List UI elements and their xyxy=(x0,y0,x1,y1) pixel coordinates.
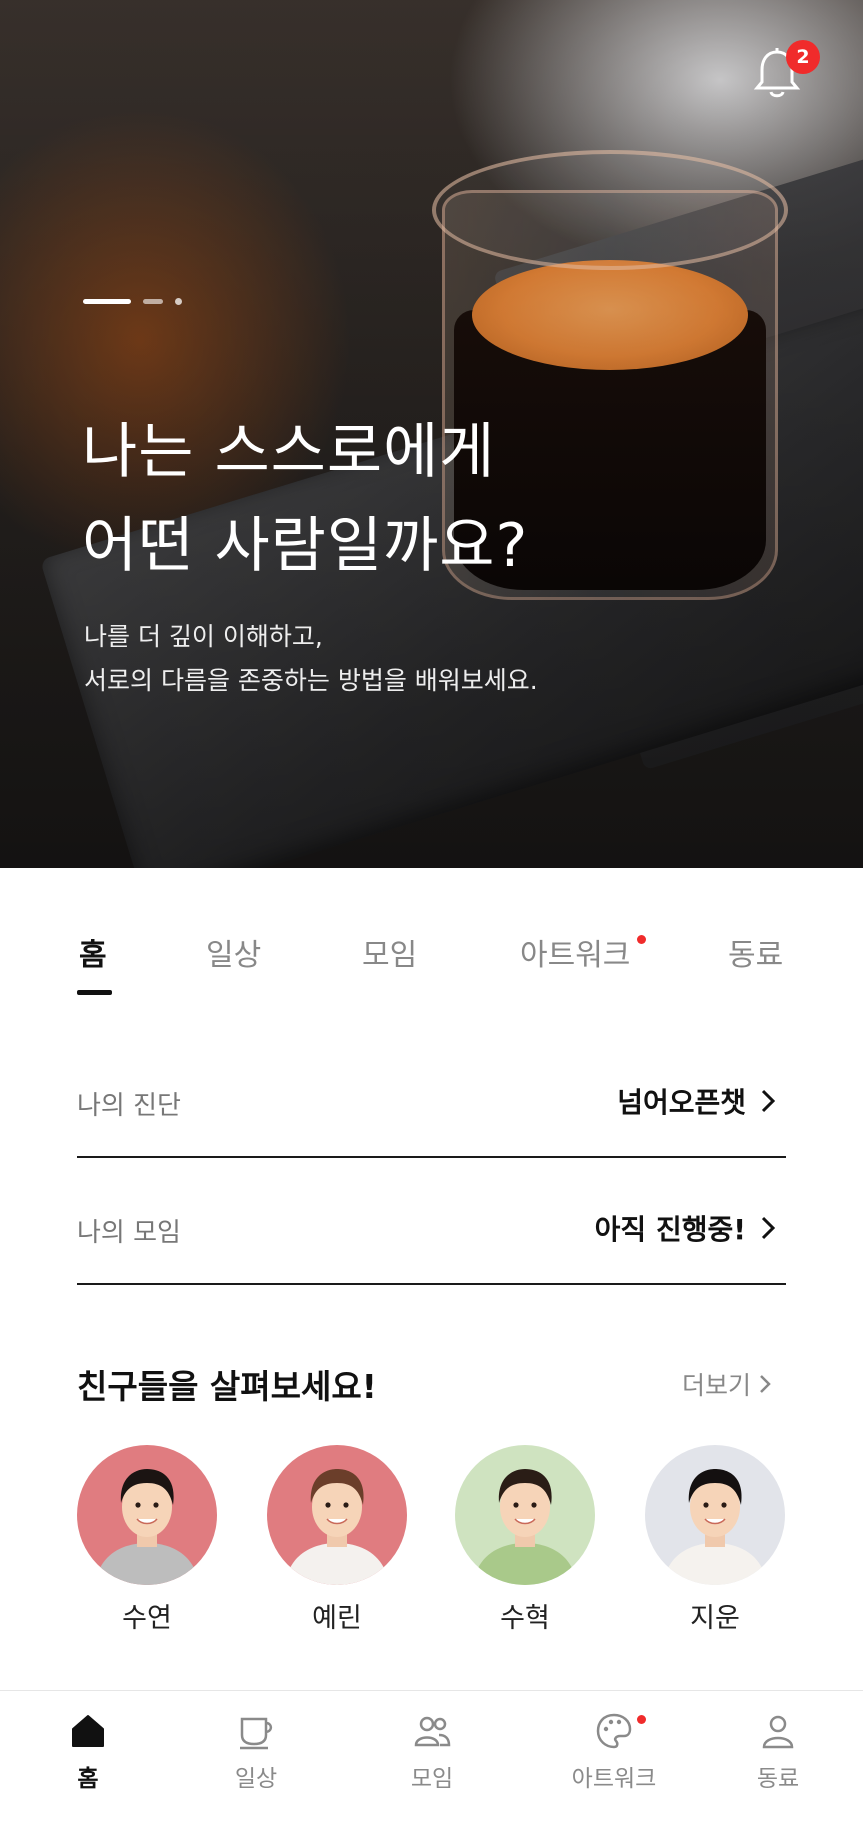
row-my-diagnosis[interactable]: 나의 진단 넘어오픈챗 xyxy=(77,1067,786,1137)
row-value: 넘어오픈챗 xyxy=(617,1086,746,1119)
carousel-indicator xyxy=(83,298,182,305)
friend-name: 지운 xyxy=(690,1603,740,1634)
hero-subtitle: 나를 더 깊이 이해하고, 서로의 다름을 존중하는 방법을 배워보세요. xyxy=(84,615,538,703)
nav-daily[interactable]: 일상 xyxy=(196,1711,316,1793)
coffee-cup-icon xyxy=(240,1717,273,1750)
tab-colleague[interactable]: 동료 xyxy=(728,930,783,974)
nav-meeting[interactable]: 모임 xyxy=(372,1711,492,1793)
more-button[interactable]: 더보기 xyxy=(682,1366,773,1402)
hero-title-line: 어떤 사람일까요? xyxy=(82,511,529,581)
person-icon xyxy=(762,1715,794,1749)
nav-artwork-new-dot xyxy=(637,1715,646,1724)
friend-avatar[interactable] xyxy=(645,1445,785,1585)
nav-label: 일상 xyxy=(234,1766,278,1792)
row-divider xyxy=(77,1283,786,1285)
hero-subtitle-line: 나를 더 깊이 이해하고, xyxy=(84,622,323,651)
row-my-meeting[interactable]: 나의 모임 아직 진행중! xyxy=(77,1194,786,1264)
friend-avatar[interactable] xyxy=(77,1445,217,1585)
friend-name: 수연 xyxy=(122,1603,172,1634)
carousel-dot[interactable] xyxy=(143,299,163,304)
tab-daily[interactable]: 일상 xyxy=(206,930,261,974)
home-icon xyxy=(72,1715,104,1747)
nav-label: 모임 xyxy=(410,1766,454,1792)
friends-section-title: 친구들을 살펴보세요! xyxy=(77,1367,377,1406)
nav-label: 동료 xyxy=(756,1766,800,1792)
palette-icon xyxy=(596,1713,632,1749)
friend-name: 예린 xyxy=(312,1603,362,1634)
row-value: 아직 진행중! xyxy=(594,1213,746,1246)
bottom-navigation: 홈 일상 모임 아트워크 동료 xyxy=(0,1690,863,1822)
hero-title: 나는 스스로에게 어떤 사람일까요? xyxy=(82,405,528,593)
hero-title-line: 나는 스스로에게 xyxy=(82,417,496,487)
tab-artwork[interactable]: 아트워크 xyxy=(520,930,630,974)
carousel-dot[interactable] xyxy=(175,298,182,305)
nav-label: 홈 xyxy=(77,1766,99,1792)
tab-active-underline xyxy=(77,990,112,995)
chevron-right-icon xyxy=(761,1089,776,1113)
row-label: 나의 진단 xyxy=(77,1091,181,1121)
tab-home[interactable]: 홈 xyxy=(79,930,107,974)
friend-name: 수혁 xyxy=(500,1603,550,1634)
nav-artwork[interactable]: 아트워크 xyxy=(554,1711,674,1793)
hero-subtitle-line: 서로의 다름을 존중하는 방법을 배워보세요. xyxy=(84,666,538,695)
friend-avatar[interactable] xyxy=(267,1445,407,1585)
nav-home[interactable]: 홈 xyxy=(28,1711,148,1793)
row-label: 나의 모임 xyxy=(77,1218,181,1248)
tab-artwork-new-dot xyxy=(637,935,646,944)
group-icon xyxy=(414,1716,451,1747)
carousel-dot-active[interactable] xyxy=(83,299,131,304)
more-label: 더보기 xyxy=(682,1371,752,1400)
nav-colleague[interactable]: 동료 xyxy=(718,1711,838,1793)
notification-badge: 2 xyxy=(786,40,820,74)
row-divider xyxy=(77,1156,786,1158)
tab-meeting[interactable]: 모임 xyxy=(362,930,417,974)
chevron-right-icon xyxy=(761,1216,776,1240)
nav-label: 아트워크 xyxy=(571,1766,657,1792)
chevron-right-icon xyxy=(760,1375,771,1393)
category-tabs: 홈 일상 모임 아트워크 동료 xyxy=(0,930,863,1000)
hero-banner: 2 나는 스스로에게 어떤 사람일까요? 나를 더 깊이 이해하고, 서로의 다… xyxy=(0,0,863,868)
friend-avatar[interactable] xyxy=(455,1445,595,1585)
